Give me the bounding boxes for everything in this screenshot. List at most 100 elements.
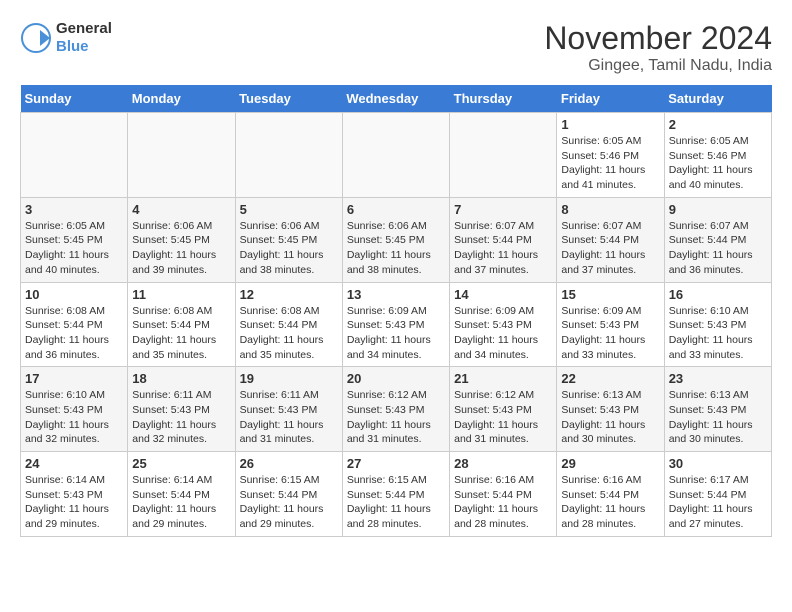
day-info: Sunrise: 6:09 AM Sunset: 5:43 PM Dayligh… [454,304,552,363]
day-number: 12 [240,287,338,302]
day-info: Sunrise: 6:08 AM Sunset: 5:44 PM Dayligh… [132,304,230,363]
logo-svg [20,22,52,54]
title-block: November 2024 Gingee, Tamil Nadu, India [544,20,772,75]
day-info: Sunrise: 6:13 AM Sunset: 5:43 PM Dayligh… [561,388,659,447]
day-info: Sunrise: 6:07 AM Sunset: 5:44 PM Dayligh… [669,219,767,278]
weekday-header: Thursday [450,85,557,113]
day-number: 17 [25,371,123,386]
calendar-cell: 10 Sunrise: 6:08 AM Sunset: 5:44 PM Dayli… [21,282,128,367]
weekday-header: Friday [557,85,664,113]
calendar-table: SundayMondayTuesdayWednesdayThursdayFrid… [20,85,772,537]
calendar-cell: 16 Sunrise: 6:10 AM Sunset: 5:43 PM Dayli… [664,282,771,367]
calendar-cell: 29Sunrise: 6:16 AM Sunset: 5:44 PM Dayli… [557,452,664,537]
day-number: 11 [132,287,230,302]
calendar-cell [235,113,342,198]
day-number: 13 [347,287,445,302]
calendar-cell: 18 Sunrise: 6:11 AM Sunset: 5:43 PM Dayli… [128,367,235,452]
calendar-cell: 30Sunrise: 6:17 AM Sunset: 5:44 PM Dayli… [664,452,771,537]
day-number: 15 [561,287,659,302]
weekday-header: Sunday [21,85,128,113]
day-info: Sunrise: 6:05 AM Sunset: 5:46 PM Dayligh… [669,134,767,193]
day-number: 4 [132,202,230,217]
day-info: Sunrise: 6:15 AM Sunset: 5:44 PM Dayligh… [347,473,445,532]
calendar-cell: 5 Sunrise: 6:06 AM Sunset: 5:45 PM Daylig… [235,197,342,282]
day-info: Sunrise: 6:07 AM Sunset: 5:44 PM Dayligh… [561,219,659,278]
day-number: 16 [669,287,767,302]
day-number: 22 [561,371,659,386]
calendar-cell: 4Sunrise: 6:06 AM Sunset: 5:45 PM Daylig… [128,197,235,282]
calendar-cell: 14 Sunrise: 6:09 AM Sunset: 5:43 PM Dayli… [450,282,557,367]
logo: General Blue [20,20,112,56]
calendar-cell: 11 Sunrise: 6:08 AM Sunset: 5:44 PM Dayli… [128,282,235,367]
calendar-week-row: 3 Sunrise: 6:05 AM Sunset: 5:45 PM Daylig… [21,197,772,282]
day-info: Sunrise: 6:13 AM Sunset: 5:43 PM Dayligh… [669,388,767,447]
calendar-week-row: 10 Sunrise: 6:08 AM Sunset: 5:44 PM Dayli… [21,282,772,367]
calendar-cell: 13 Sunrise: 6:09 AM Sunset: 5:43 PM Dayli… [342,282,449,367]
weekday-header: Saturday [664,85,771,113]
day-number: 26 [240,456,338,471]
calendar-cell: 28 Sunrise: 6:16 AM Sunset: 5:44 PM Dayli… [450,452,557,537]
day-number: 3 [25,202,123,217]
calendar-cell: 22 Sunrise: 6:13 AM Sunset: 5:43 PM Dayli… [557,367,664,452]
day-info: Sunrise: 6:09 AM Sunset: 5:43 PM Dayligh… [347,304,445,363]
calendar-cell [21,113,128,198]
day-info: Sunrise: 6:10 AM Sunset: 5:43 PM Dayligh… [25,388,123,447]
day-info: Sunrise: 6:05 AM Sunset: 5:45 PM Dayligh… [25,219,123,278]
calendar-cell [342,113,449,198]
day-info: Sunrise: 6:11 AM Sunset: 5:43 PM Dayligh… [240,388,338,447]
calendar-cell: 21 Sunrise: 6:12 AM Sunset: 5:43 PM Dayli… [450,367,557,452]
calendar-cell [450,113,557,198]
header: General Blue November 2024 Gingee, Tamil… [20,20,772,75]
day-number: 14 [454,287,552,302]
day-number: 10 [25,287,123,302]
day-info: Sunrise: 6:11 AM Sunset: 5:43 PM Dayligh… [132,388,230,447]
calendar-cell: 9 Sunrise: 6:07 AM Sunset: 5:44 PM Daylig… [664,197,771,282]
calendar-cell: 6Sunrise: 6:06 AM Sunset: 5:45 PM Daylig… [342,197,449,282]
page-subtitle: Gingee, Tamil Nadu, India [544,57,772,75]
day-info: Sunrise: 6:14 AM Sunset: 5:43 PM Dayligh… [25,473,123,532]
day-number: 7 [454,202,552,217]
calendar-cell: 8Sunrise: 6:07 AM Sunset: 5:44 PM Daylig… [557,197,664,282]
calendar-cell: 24 Sunrise: 6:14 AM Sunset: 5:43 PM Dayli… [21,452,128,537]
day-number: 19 [240,371,338,386]
calendar-week-row: 17 Sunrise: 6:10 AM Sunset: 5:43 PM Dayli… [21,367,772,452]
calendar-cell: 15 Sunrise: 6:09 AM Sunset: 5:43 PM Dayli… [557,282,664,367]
day-info: Sunrise: 6:14 AM Sunset: 5:44 PM Dayligh… [132,473,230,532]
calendar-cell: 26 Sunrise: 6:15 AM Sunset: 5:44 PM Dayli… [235,452,342,537]
day-number: 23 [669,371,767,386]
weekday-header: Monday [128,85,235,113]
day-info: Sunrise: 6:05 AM Sunset: 5:46 PM Dayligh… [561,134,659,193]
day-info: Sunrise: 6:09 AM Sunset: 5:43 PM Dayligh… [561,304,659,363]
day-info: Sunrise: 6:06 AM Sunset: 5:45 PM Dayligh… [240,219,338,278]
day-number: 24 [25,456,123,471]
weekday-header: Tuesday [235,85,342,113]
day-number: 6 [347,202,445,217]
calendar-cell: 23 Sunrise: 6:13 AM Sunset: 5:43 PM Dayli… [664,367,771,452]
logo-line2: Blue [56,38,112,56]
calendar-week-row: 1 Sunrise: 6:05 AM Sunset: 5:46 PM Daylig… [21,113,772,198]
day-number: 29 [561,456,659,471]
day-info: Sunrise: 6:12 AM Sunset: 5:43 PM Dayligh… [454,388,552,447]
day-number: 5 [240,202,338,217]
calendar-cell: 2 Sunrise: 6:05 AM Sunset: 5:46 PM Daylig… [664,113,771,198]
calendar-cell: 3 Sunrise: 6:05 AM Sunset: 5:45 PM Daylig… [21,197,128,282]
day-info: Sunrise: 6:12 AM Sunset: 5:43 PM Dayligh… [347,388,445,447]
logo-line1: General [56,20,112,38]
day-number: 9 [669,202,767,217]
day-info: Sunrise: 6:08 AM Sunset: 5:44 PM Dayligh… [25,304,123,363]
calendar-cell: 12Sunrise: 6:08 AM Sunset: 5:44 PM Dayli… [235,282,342,367]
day-number: 25 [132,456,230,471]
day-info: Sunrise: 6:15 AM Sunset: 5:44 PM Dayligh… [240,473,338,532]
calendar-cell: 25 Sunrise: 6:14 AM Sunset: 5:44 PM Dayli… [128,452,235,537]
day-number: 18 [132,371,230,386]
day-number: 2 [669,117,767,132]
day-number: 1 [561,117,659,132]
calendar-cell: 7Sunrise: 6:07 AM Sunset: 5:44 PM Daylig… [450,197,557,282]
day-number: 27 [347,456,445,471]
day-info: Sunrise: 6:16 AM Sunset: 5:44 PM Dayligh… [454,473,552,532]
calendar-week-row: 24 Sunrise: 6:14 AM Sunset: 5:43 PM Dayli… [21,452,772,537]
day-number: 21 [454,371,552,386]
day-number: 28 [454,456,552,471]
day-info: Sunrise: 6:10 AM Sunset: 5:43 PM Dayligh… [669,304,767,363]
day-number: 20 [347,371,445,386]
